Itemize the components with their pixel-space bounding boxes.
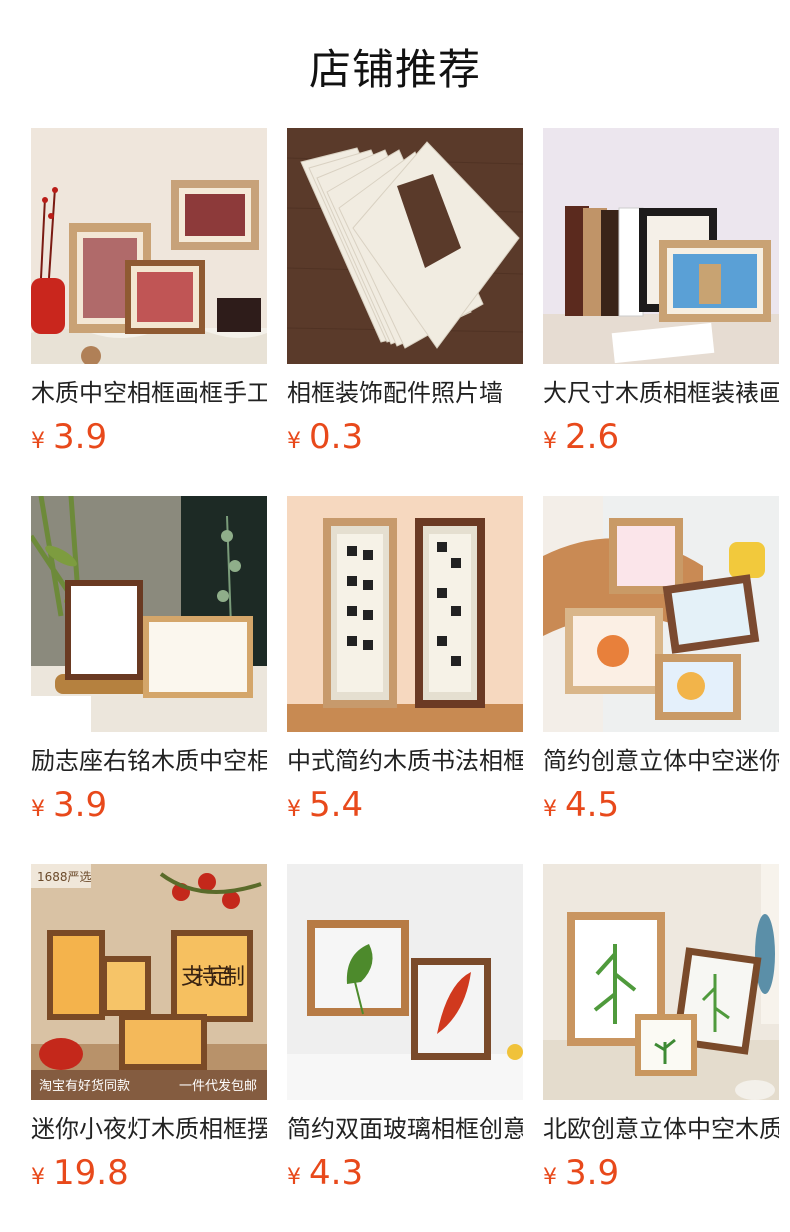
product-title[interactable]: 励志座右铭木质中空相 (31, 744, 267, 778)
recommend-header: 店铺推荐 (0, 0, 790, 118)
product-title[interactable]: 简约双面玻璃相框创意 (287, 1112, 523, 1146)
product-price: ¥2.6 (543, 414, 619, 460)
price-value: 5.4 (309, 785, 364, 825)
product-title[interactable]: 木质中空相框画框手工 (31, 376, 267, 410)
currency-symbol: ¥ (543, 797, 557, 822)
product-image[interactable] (287, 496, 523, 732)
product-title[interactable]: 大尺寸木质相框装裱画 (543, 376, 779, 410)
product-card[interactable]: 木质中空相框画框手工 ¥3.9 (31, 128, 267, 468)
currency-symbol: ¥ (287, 429, 301, 454)
price-value: 2.6 (565, 417, 620, 457)
price-value: 3.9 (565, 1153, 620, 1193)
banner-left-text: 淘宝有好货同款 (39, 1078, 130, 1094)
product-title[interactable]: 相框装饰配件照片墙 (287, 376, 523, 410)
product-card[interactable]: 北欧创意立体中空木质 ¥3.9 (543, 864, 779, 1204)
currency-symbol: ¥ (543, 429, 557, 454)
product-image[interactable] (287, 128, 523, 364)
product-price: ¥5.4 (287, 782, 363, 828)
price-value: 4.5 (565, 785, 620, 825)
product-image[interactable] (543, 128, 779, 364)
product-price: ¥3.9 (31, 414, 107, 460)
product-title[interactable]: 简约创意立体中空迷你 (543, 744, 779, 778)
product-image[interactable] (31, 128, 267, 364)
product-price: ¥3.9 (543, 1150, 619, 1196)
sign-text: 支持定制 (181, 965, 245, 990)
product-card[interactable]: 1688严选 淘宝有好货同款 一件代发包邮 支持定制 迷你小夜灯木质相框摆 ¥1… (31, 864, 267, 1204)
product-card[interactable]: 相框装饰配件照片墙 ¥0.3 (287, 128, 523, 468)
currency-symbol: ¥ (31, 797, 45, 822)
product-image[interactable] (543, 496, 779, 732)
product-image[interactable] (31, 496, 267, 732)
currency-symbol: ¥ (287, 797, 301, 822)
product-title[interactable]: 迷你小夜灯木质相框摆 (31, 1112, 267, 1146)
product-card[interactable]: 中式简约木质书法相框 ¥5.4 (287, 496, 523, 836)
price-value: 4.3 (309, 1153, 364, 1193)
page-title: 店铺推荐 (308, 45, 481, 94)
product-card[interactable]: 简约双面玻璃相框创意 ¥4.3 (287, 864, 523, 1204)
product-price: ¥4.5 (543, 782, 619, 828)
product-card[interactable]: 大尺寸木质相框装裱画 ¥2.6 (543, 128, 779, 468)
product-price: ¥4.3 (287, 1150, 363, 1196)
product-card[interactable]: 简约创意立体中空迷你 ¥4.5 (543, 496, 779, 836)
product-image[interactable] (543, 864, 779, 1100)
product-title[interactable]: 中式简约木质书法相框 (287, 744, 523, 778)
product-card[interactable]: 励志座右铭木质中空相 ¥3.9 (31, 496, 267, 836)
product-price: ¥19.8 (31, 1150, 129, 1196)
currency-symbol: ¥ (543, 1165, 557, 1190)
product-image[interactable]: 1688严选 淘宝有好货同款 一件代发包邮 支持定制 (31, 864, 267, 1100)
currency-symbol: ¥ (31, 429, 45, 454)
badge-text: 1688严选 (37, 870, 92, 884)
product-image[interactable] (287, 864, 523, 1100)
product-title[interactable]: 北欧创意立体中空木质 (543, 1112, 779, 1146)
price-value: 0.3 (309, 417, 364, 457)
price-value: 3.9 (53, 785, 108, 825)
currency-symbol: ¥ (287, 1165, 301, 1190)
price-value: 19.8 (53, 1153, 129, 1193)
currency-symbol: ¥ (31, 1165, 45, 1190)
banner-right-text: 一件代发包邮 (179, 1078, 257, 1094)
product-price: ¥0.3 (287, 414, 363, 460)
price-value: 3.9 (53, 417, 108, 457)
product-price: ¥3.9 (31, 782, 107, 828)
